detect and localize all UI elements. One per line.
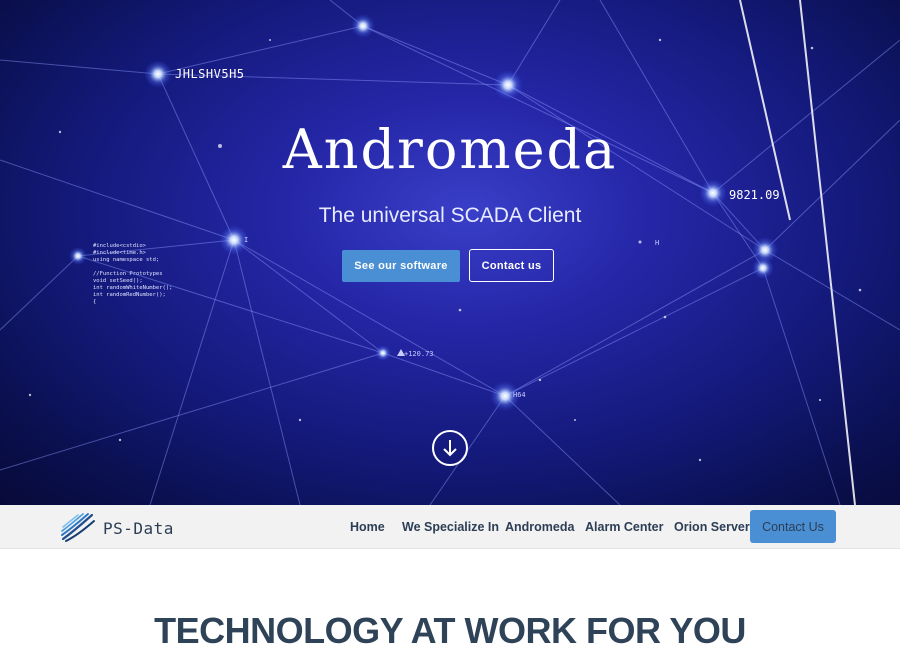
tick-label-b: H <box>655 239 660 247</box>
code-snippet: #include<cstdio> #include<time.h> using … <box>93 243 173 305</box>
brand-name[interactable]: PS-Data <box>103 519 174 538</box>
hero-title: Andromeda <box>282 118 618 181</box>
nav-item-andromeda[interactable]: Andromeda <box>505 520 574 534</box>
nav-item-alarm-center[interactable]: Alarm Center <box>585 520 664 534</box>
small-tag-label: H64 <box>513 391 526 399</box>
hero-subtitle: The universal SCADA Client <box>318 204 582 227</box>
contact-us-nav-button[interactable]: Contact Us <box>750 510 836 543</box>
nav-item-we-specialize-in[interactable]: We Specialize In <box>402 520 499 534</box>
ps-data-logo-icon[interactable] <box>60 511 96 543</box>
nav-item-home[interactable]: Home <box>350 520 385 534</box>
see-our-software-button[interactable]: See our software <box>342 250 460 282</box>
hero-section: JHLSHV5H5 9821.09 +120.73 H64 I H #inclu… <box>0 0 900 505</box>
section-title: TECHNOLOGY AT WORK FOR YOU <box>154 610 746 651</box>
arrow-down-icon <box>443 440 457 457</box>
small-value-label: +120.73 <box>404 350 434 358</box>
tick-label-a: I <box>244 236 249 244</box>
nav-item-orion-server[interactable]: Orion Server <box>674 520 750 534</box>
node-id-label: JHLSHV5H5 <box>175 67 245 81</box>
node-value-label: 9821.09 <box>729 188 780 202</box>
contact-us-hero-button[interactable]: Contact us <box>469 249 554 282</box>
scroll-down-button[interactable] <box>432 430 468 466</box>
top-navbar: PS-Data Home We Specialize In Andromeda … <box>0 505 900 549</box>
